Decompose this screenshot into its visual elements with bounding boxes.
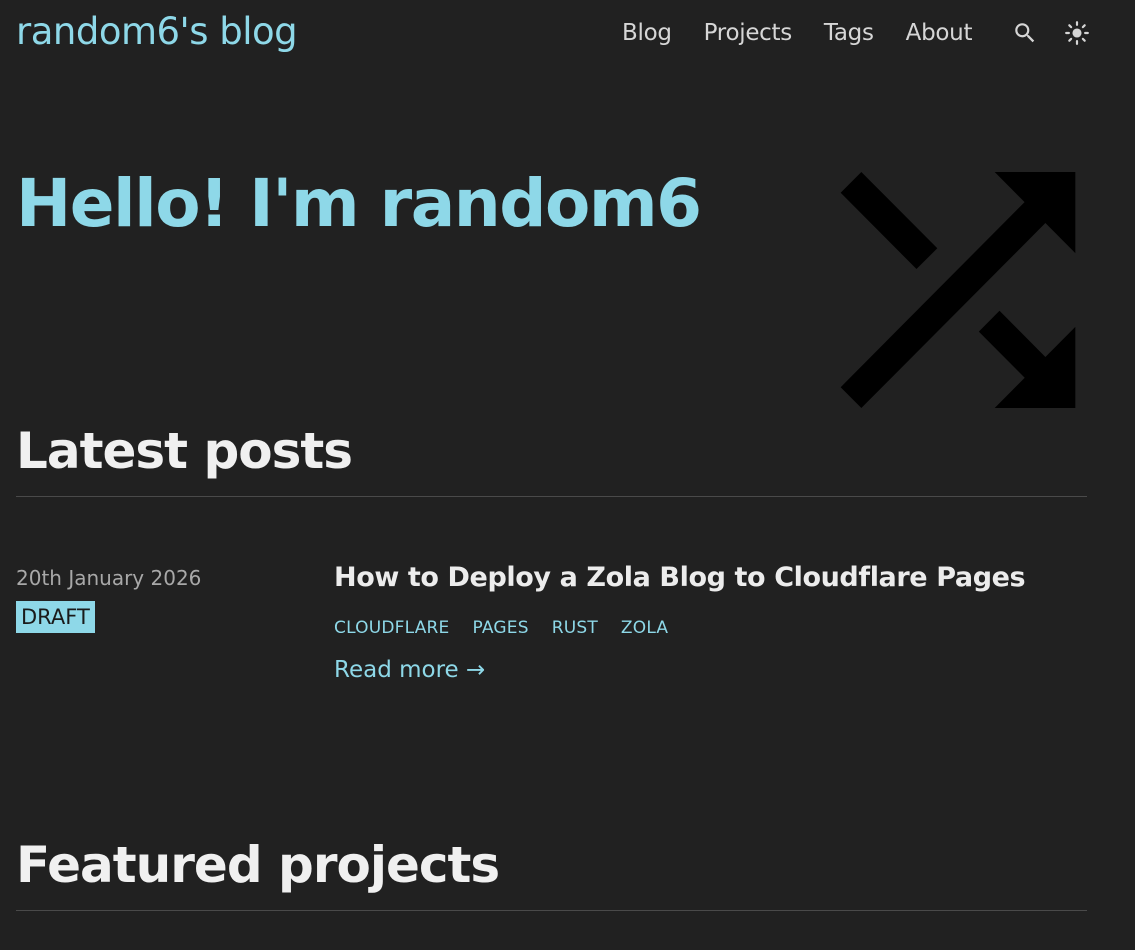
main-nav: Blog Projects Tags About <box>622 20 1116 46</box>
tag-rust[interactable]: RUST <box>552 618 598 638</box>
latest-posts-heading: Latest posts <box>16 422 353 480</box>
post-title[interactable]: How to Deploy a Zola Blog to Cloudflare … <box>334 562 1026 593</box>
hero-title: Hello! I'm random6 <box>16 165 702 242</box>
tag-pages[interactable]: PAGES <box>472 618 528 638</box>
section-divider <box>16 910 1087 911</box>
nav-link-tags[interactable]: Tags <box>824 20 874 46</box>
shuffle-icon <box>840 172 1076 408</box>
tag-cloudflare[interactable]: CLOUDFLARE <box>334 618 449 638</box>
theme-toggle-button[interactable] <box>1064 20 1090 46</box>
read-more-link[interactable]: Read more → <box>334 657 485 683</box>
search-button[interactable] <box>1012 20 1038 46</box>
nav-link-projects[interactable]: Projects <box>704 20 793 46</box>
featured-projects-heading: Featured projects <box>16 836 500 894</box>
post-date: 20th January 2026 <box>16 566 202 590</box>
post-tags: CLOUDFLARE PAGES RUST ZOLA <box>334 618 691 638</box>
nav-link-blog[interactable]: Blog <box>622 20 672 46</box>
page: random6's blog Blog Projects Tags About <box>0 0 1135 950</box>
site-title-link[interactable]: random6's blog <box>16 10 298 53</box>
sun-icon <box>1065 21 1090 45</box>
search-icon <box>1015 23 1035 43</box>
tag-zola[interactable]: ZOLA <box>621 618 668 638</box>
draft-badge: DRAFT <box>16 601 95 633</box>
nav-link-about[interactable]: About <box>906 20 973 46</box>
section-divider <box>16 496 1087 497</box>
